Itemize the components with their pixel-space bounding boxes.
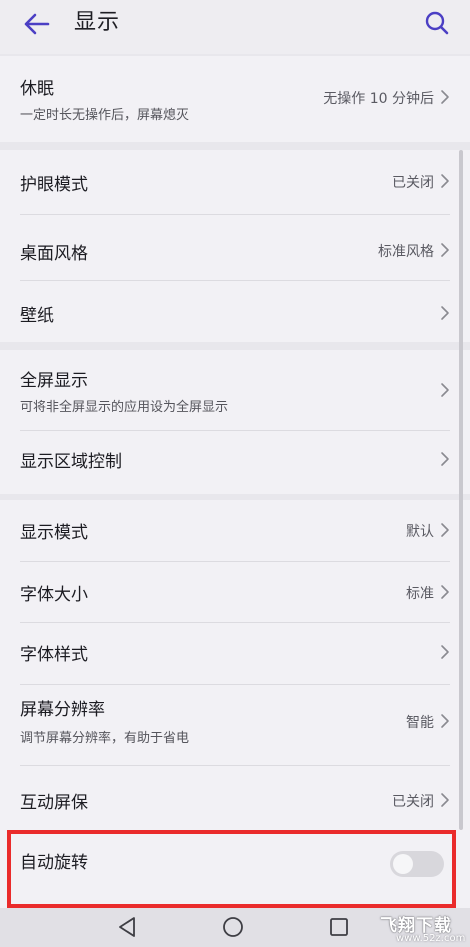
sleep-value: 无操作 10 分钟后	[323, 91, 434, 107]
nav-recents-button[interactable]	[324, 912, 354, 942]
page-title: 显示	[74, 10, 121, 35]
screen-resolution-row[interactable]: 屏幕分辨率 调节屏幕分辨率，有助于省电 智能	[0, 685, 470, 765]
sleep-title: 休眠	[20, 79, 54, 99]
display-mode-value: 默认	[406, 524, 434, 540]
font-style-row[interactable]: 字体样式	[0, 623, 470, 683]
back-button[interactable]	[18, 6, 54, 42]
search-button[interactable]	[420, 6, 454, 40]
watermark-url: www.52z.com	[396, 933, 466, 944]
eye-comfort-value: 已关闭	[392, 175, 434, 191]
sleep-row[interactable]: 休眠 一定时长无操作后，屏幕熄灭 无操作 10 分钟后	[0, 56, 470, 142]
wallpaper-title: 壁纸	[20, 306, 54, 326]
search-icon	[425, 11, 449, 35]
arrow-left-icon	[24, 13, 50, 35]
display-settings-screen: 显示 休眠 一定时长无操作后，屏幕熄灭 无操作 10 分钟后 护眼模式 已关闭	[0, 0, 470, 947]
full-screen-display-title: 全屏显示	[20, 371, 88, 391]
font-size-value: 标准	[406, 586, 434, 602]
sleep-subtitle: 一定时长无操作后，屏幕熄灭	[20, 108, 190, 123]
font-size-title: 字体大小	[20, 585, 88, 605]
display-area-control-title: 显示区域控制	[20, 452, 122, 472]
chevron-right-icon	[441, 306, 449, 320]
nav-back-button[interactable]	[112, 912, 142, 942]
settings-group-sleep: 休眠 一定时长无操作后，屏幕熄灭 无操作 10 分钟后	[0, 56, 470, 142]
chevron-right-icon	[441, 174, 449, 188]
screen-resolution-value: 智能	[406, 715, 434, 731]
highlight-annotation-box	[7, 830, 456, 908]
chevron-right-icon	[441, 452, 449, 466]
chevron-right-icon	[441, 645, 449, 659]
chevron-right-icon	[441, 90, 449, 104]
font-size-row[interactable]: 字体大小 标准	[0, 562, 470, 622]
screen-resolution-subtitle: 调节屏幕分辨率，有助于省电	[20, 731, 190, 746]
display-mode-row[interactable]: 显示模式 默认	[0, 500, 470, 562]
full-screen-display-subtitle: 可将非全屏显示的应用设为全屏显示	[20, 400, 229, 415]
square-recents-icon	[330, 918, 348, 936]
triangle-back-icon	[119, 917, 135, 937]
eye-comfort-row[interactable]: 护眼模式 已关闭	[0, 150, 470, 214]
home-screen-style-title: 桌面风格	[20, 244, 88, 264]
screensaver-value: 已关闭	[392, 794, 434, 810]
home-screen-style-value: 标准风格	[378, 244, 434, 260]
eye-comfort-title: 护眼模式	[20, 175, 88, 195]
chevron-right-icon	[441, 243, 449, 257]
font-style-title: 字体样式	[20, 645, 88, 665]
scrollbar[interactable]	[459, 150, 463, 830]
app-bar: 显示	[0, 0, 470, 54]
settings-group-appearance: 护眼模式 已关闭 桌面风格 标准风格 壁纸	[0, 150, 470, 342]
chevron-right-icon	[441, 585, 449, 599]
display-area-control-row[interactable]: 显示区域控制	[0, 431, 470, 494]
settings-group-full-screen: 全屏显示 可将非全屏显示的应用设为全屏显示 显示区域控制	[0, 350, 470, 494]
circle-home-icon	[223, 917, 243, 937]
nav-home-button[interactable]	[218, 912, 248, 942]
wallpaper-row[interactable]: 壁纸	[0, 281, 470, 342]
chevron-right-icon	[441, 383, 449, 397]
home-screen-style-row[interactable]: 桌面风格 标准风格	[0, 215, 470, 279]
screensaver-row[interactable]: 互动屏保 已关闭	[0, 766, 470, 830]
chevron-right-icon	[441, 793, 449, 807]
screensaver-title: 互动屏保	[20, 793, 88, 813]
full-screen-display-row[interactable]: 全屏显示 可将非全屏显示的应用设为全屏显示	[0, 350, 470, 430]
watermark: 飞翔下载 www.52z.com	[374, 910, 470, 947]
chevron-right-icon	[441, 523, 449, 537]
screen-resolution-title: 屏幕分辨率	[20, 700, 105, 720]
chevron-right-icon	[441, 714, 449, 728]
display-mode-title: 显示模式	[20, 523, 88, 543]
